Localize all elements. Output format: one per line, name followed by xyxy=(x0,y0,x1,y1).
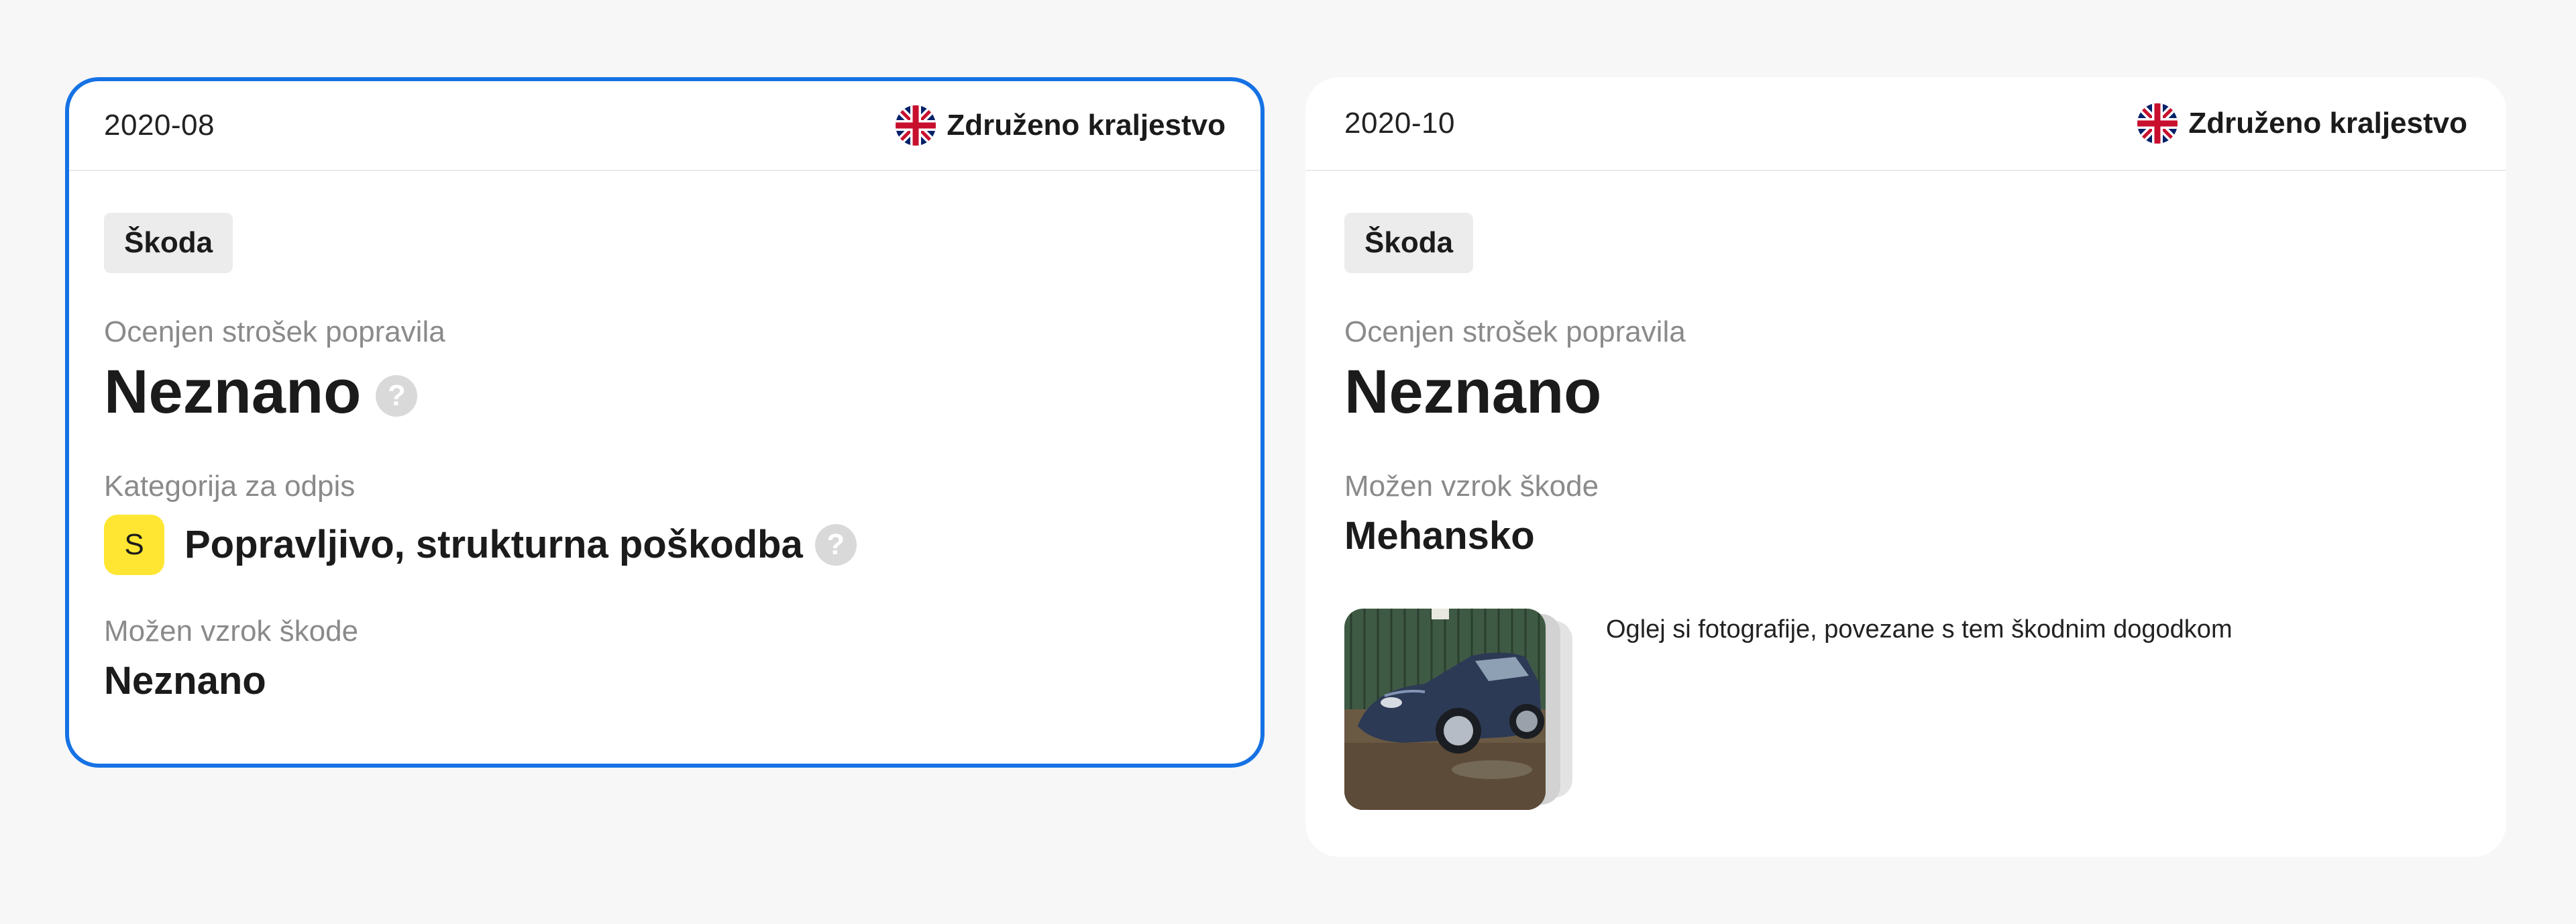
damage-cause-label: Možen vzrok škode xyxy=(1344,470,1599,503)
card-body: Škoda Ocenjen strošek popravila Neznano … xyxy=(69,171,1260,708)
brand-tag: Škoda xyxy=(104,213,233,273)
damage-cause-value: Mehansko xyxy=(1344,514,1535,558)
writeoff-category-value: Popravljivo, strukturna poškodba xyxy=(184,523,803,566)
photos-caption[interactable]: Oglej si fotografije, povezane s tem ško… xyxy=(1606,613,2233,646)
country: Združeno kraljestvo xyxy=(2137,103,2467,144)
photo-stack[interactable] xyxy=(1344,609,1579,810)
damage-record-card-2020-10[interactable]: 2020-10 Združeno kraljestvo Škoda Ocenje… xyxy=(1305,77,2506,857)
record-date: 2020-10 xyxy=(1344,107,1455,140)
brand-tag: Škoda xyxy=(1344,213,1474,273)
repair-cost-row: Neznano ? xyxy=(104,355,1226,429)
card-header: 2020-10 Združeno kraljestvo xyxy=(1305,77,2506,171)
photos-row[interactable]: Oglej si fotografije, povezane s tem ško… xyxy=(1344,609,2467,810)
card-header: 2020-08 Združeno kraljestvo xyxy=(69,81,1260,171)
help-icon[interactable]: ? xyxy=(814,524,857,566)
damage-cause-label: Možen vzrok škode xyxy=(104,615,359,648)
damage-record-card-2020-08[interactable]: 2020-08 Združeno kraljestvo Škoda Ocenje… xyxy=(65,77,1265,768)
repair-cost-row: Neznano xyxy=(1344,355,2467,429)
damage-cause-value: Neznano xyxy=(104,659,266,703)
card-body: Škoda Ocenjen strošek popravila Neznano … xyxy=(1305,171,2506,810)
car-photo-thumbnail[interactable] xyxy=(1344,609,1546,810)
uk-flag-icon xyxy=(2137,103,2178,144)
country: Združeno kraljestvo xyxy=(896,105,1226,146)
repair-cost-label: Ocenjen strošek popravila xyxy=(104,315,445,348)
repair-cost-label: Ocenjen strošek popravila xyxy=(1344,315,1686,348)
record-date: 2020-08 xyxy=(104,109,215,142)
country-label: Združeno kraljestvo xyxy=(947,109,1226,142)
writeoff-category-label: Kategorija za odpis xyxy=(104,470,356,503)
help-icon[interactable]: ? xyxy=(376,375,418,417)
repair-cost-value: Neznano xyxy=(1344,358,1602,426)
writeoff-category-row: S Popravljivo, strukturna poškodba ? xyxy=(104,515,1226,575)
country-label: Združeno kraljestvo xyxy=(2188,107,2467,140)
writeoff-category-badge: S xyxy=(104,515,164,575)
uk-flag-icon xyxy=(896,105,936,146)
repair-cost-value: Neznano xyxy=(104,358,362,426)
